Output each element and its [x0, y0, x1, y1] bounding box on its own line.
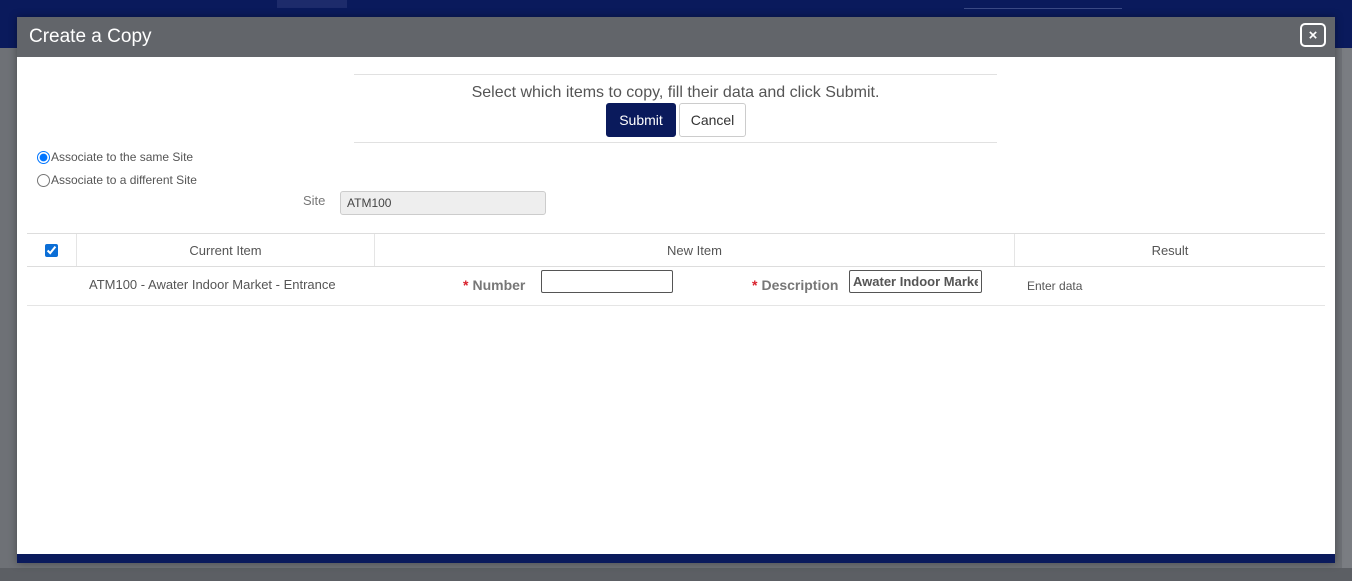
number-label-text: Number	[472, 277, 526, 293]
radio-same-site-label: Associate to the same Site	[51, 150, 194, 164]
result-text: Enter data	[1027, 279, 1083, 293]
site-input[interactable]	[340, 191, 546, 215]
create-copy-dialog: Create a Copy × Select which items to co…	[17, 17, 1335, 563]
current-item-text: ATM100 - Awater Indoor Market - Entrance	[89, 277, 336, 292]
table-row: ATM100 - Awater Indoor Market - Entrance…	[27, 267, 1325, 306]
radio-same-site[interactable]: Associate to the same Site	[37, 148, 193, 166]
number-input[interactable]	[541, 270, 673, 293]
required-icon: *	[463, 277, 469, 293]
background-scrollbar	[1342, 48, 1352, 568]
background-tab	[277, 0, 347, 8]
header-current-item: Current Item	[76, 234, 374, 266]
description-label: * Description	[752, 277, 838, 293]
radio-same-site-input[interactable]	[37, 150, 50, 164]
header-result: Result	[1014, 234, 1325, 266]
copy-items-table: Current Item New Item Result ATM100 - Aw…	[27, 233, 1325, 306]
description-label-text: Description	[761, 277, 839, 293]
close-button[interactable]: ×	[1300, 23, 1326, 47]
dialog-header: Create a Copy ×	[17, 17, 1335, 57]
dialog-title: Create a Copy	[29, 26, 152, 47]
cancel-button[interactable]: Cancel	[679, 103, 746, 137]
number-label: * Number	[463, 277, 525, 293]
description-input[interactable]	[849, 270, 982, 293]
select-all-checkbox[interactable]	[45, 243, 58, 257]
site-label: Site	[303, 193, 326, 208]
background-bottombar	[0, 568, 1352, 581]
table-header: Current Item New Item Result	[27, 233, 1325, 267]
submit-button[interactable]: Submit	[606, 103, 676, 137]
radio-different-site-input[interactable]	[37, 173, 50, 187]
background-search	[964, 8, 1122, 9]
required-icon: *	[752, 277, 758, 293]
instruction-text: Select which items to copy, fill their d…	[471, 84, 880, 101]
close-icon: ×	[1308, 26, 1318, 44]
instruction-panel: Select which items to copy, fill their d…	[354, 74, 997, 143]
dialog-footer-strip	[17, 554, 1335, 563]
radio-different-site-label: Associate to a different Site	[51, 173, 197, 187]
header-select-all	[27, 234, 76, 266]
radio-different-site[interactable]: Associate to a different Site	[37, 171, 197, 189]
header-new-item: New Item	[374, 234, 1014, 266]
